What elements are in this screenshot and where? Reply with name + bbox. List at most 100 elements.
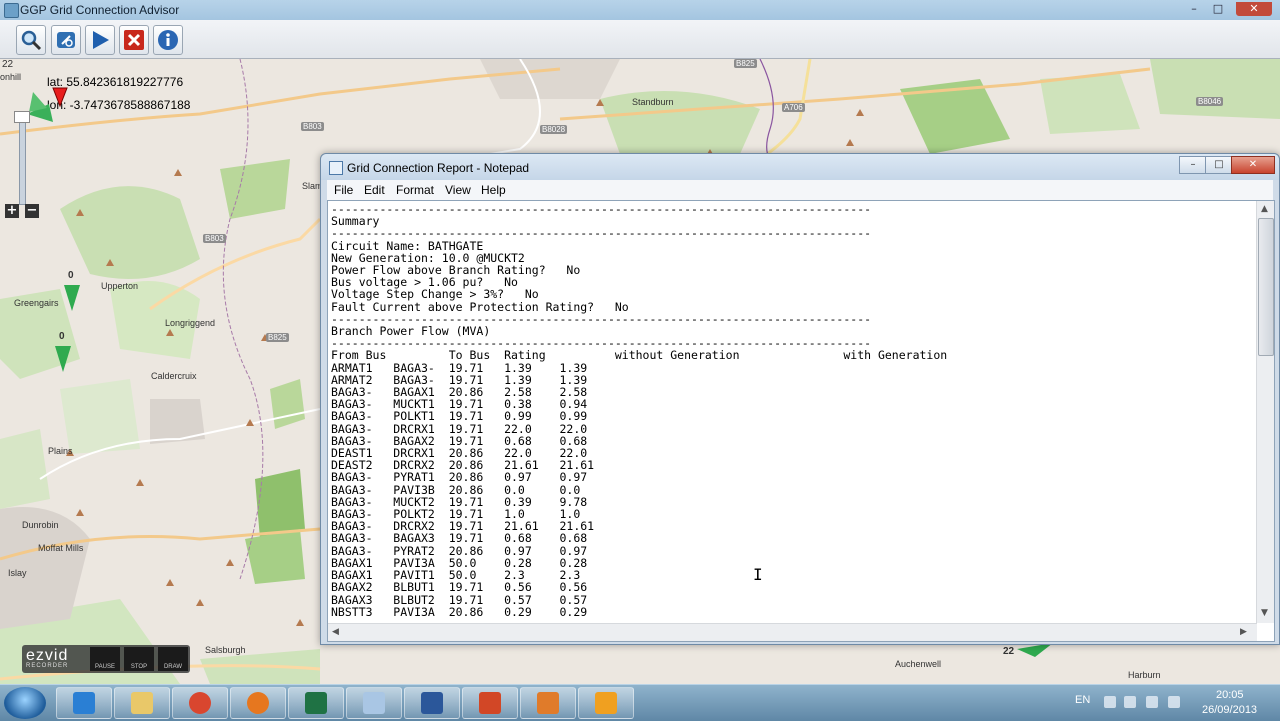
notepad-title: Grid Connection Report - Notepad [347,161,530,175]
road-label: B825 [266,333,289,342]
search-button[interactable] [16,25,46,55]
place-label: Longriggend [165,318,216,328]
stop-button[interactable]: STOP [124,647,154,671]
clock-date[interactable]: 26/09/2013 [1202,704,1257,716]
scroll-up-arrow-icon[interactable]: ▲ [1261,204,1268,214]
info-icon [158,30,178,50]
refresh-icon [57,32,75,48]
text-cursor-icon: I [753,565,763,584]
internet-explorer-icon [73,692,95,714]
menu-edit[interactable]: Edit [364,183,385,197]
notepad-minimize-button[interactable]: – [1179,156,1207,174]
run-button[interactable] [85,25,115,55]
zoom-out-button[interactable]: − [25,204,39,218]
place-label: Auchenwell [895,659,942,669]
ezvid-subtitle: RECORDER [26,663,69,669]
marker-label: 0 [68,270,74,281]
taskbar-java[interactable] [520,687,576,719]
taskbar-firefox[interactable] [230,687,286,719]
road-label: B8046 [1196,97,1224,106]
notepad-window[interactable]: Grid Connection Report - Notepad – □ ✕ F… [320,153,1280,645]
refresh-button[interactable] [51,25,81,55]
network-icon[interactable] [1146,696,1158,708]
menu-file[interactable]: File [334,183,353,197]
notepad-maximize-button[interactable]: □ [1205,156,1233,174]
volume-icon[interactable] [1168,696,1180,708]
road-label: A706 [782,103,805,112]
place-label: Plains [48,446,73,456]
word-icon [421,692,443,714]
taskbar-chrome[interactable] [172,687,228,719]
place-label: Caldercruix [151,371,197,381]
app-icon [4,3,19,18]
horizontal-scrollbar[interactable]: ◀ ▶ [328,623,1257,641]
menu-format[interactable]: Format [396,183,434,197]
show-hidden-icons-icon[interactable] [1104,696,1116,708]
firefox-icon [247,692,269,714]
scroll-left-arrow-icon[interactable]: ◀ [332,627,339,637]
scroll-down-arrow-icon[interactable]: ▼ [1261,608,1268,618]
vertical-scroll-thumb[interactable] [1258,218,1274,356]
scroll-right-arrow-icon[interactable]: ▶ [1240,627,1247,637]
close-button[interactable]: ✕ [1236,2,1272,16]
ezvid-recorder: ezvid RECORDER PAUSE STOP DRAW [22,645,190,673]
taskbar-file-explorer[interactable] [114,687,170,719]
pause-label: PAUSE [95,664,115,670]
place-label: onhill [0,72,22,82]
place-label: Standburn [632,97,674,107]
marker-label: 0 [59,331,65,342]
notepad-menubar: File Edit Format View Help [327,180,1273,200]
notepad-titlebar[interactable]: Grid Connection Report - Notepad – □ ✕ [321,154,1279,180]
stop-label: STOP [130,664,148,670]
place-label: Harburn [1128,670,1161,680]
road-label: B803 [203,234,226,243]
language-indicator[interactable]: EN [1075,694,1090,706]
taskbar-media[interactable] [578,687,634,719]
place-label: Upperton [101,281,139,291]
site-marker[interactable] [53,344,73,374]
pause-button[interactable]: PAUSE [90,647,120,671]
place-label: Dunrobin [22,520,59,530]
app-titlebar: GGP Grid Connection Advisor – □ ✕ [0,0,1280,21]
place-label: Islay [8,568,27,578]
app-title: GGP Grid Connection Advisor [20,3,180,17]
place-label: Salsburgh [205,645,246,655]
minimize-button[interactable]: – [1184,2,1204,16]
zoom-slider-thumb[interactable] [14,111,30,123]
road-label: B825 [734,59,757,68]
menu-view[interactable]: View [445,183,471,197]
flag-icon[interactable] [1124,696,1136,708]
zoom-slider[interactable] [19,119,26,205]
excel-icon [305,692,327,714]
start-button[interactable] [4,687,46,719]
place-label: Greengairs [14,298,59,308]
selected-site-marker[interactable] [25,84,70,124]
draw-label: DRAW [163,664,183,670]
clear-button[interactable] [119,25,149,55]
media-icon [595,692,617,714]
notepad-close-button[interactable]: ✕ [1231,156,1275,174]
folder-icon [131,692,153,714]
notepad-text-area[interactable]: ----------------------------------------… [327,200,1275,642]
powerpoint-icon [479,692,501,714]
info-button[interactable] [153,25,183,55]
taskbar-internet-explorer[interactable] [56,687,112,719]
taskbar-excel[interactable] [288,687,344,719]
vertical-scrollbar[interactable]: ▲ ▼ [1256,201,1274,623]
taskbar-word[interactable] [404,687,460,719]
zoom-in-button[interactable]: + [5,204,19,218]
taskbar-notepad[interactable] [346,687,402,719]
notepad-icon [363,692,385,714]
place-label: Moffat Mills [38,543,84,553]
taskbar-powerpoint[interactable] [462,687,518,719]
road-label: B803 [301,122,324,131]
clock-time[interactable]: 20:05 [1216,689,1244,701]
report-text[interactable]: ----------------------------------------… [331,203,1251,617]
draw-button[interactable]: DRAW [158,647,188,671]
toolbar [0,20,1280,59]
road-label: B8028 [540,125,568,134]
maximize-button[interactable]: □ [1208,2,1228,16]
zoom-level-label: 22 [2,59,14,70]
site-marker[interactable] [62,283,82,313]
menu-help[interactable]: Help [481,183,506,197]
